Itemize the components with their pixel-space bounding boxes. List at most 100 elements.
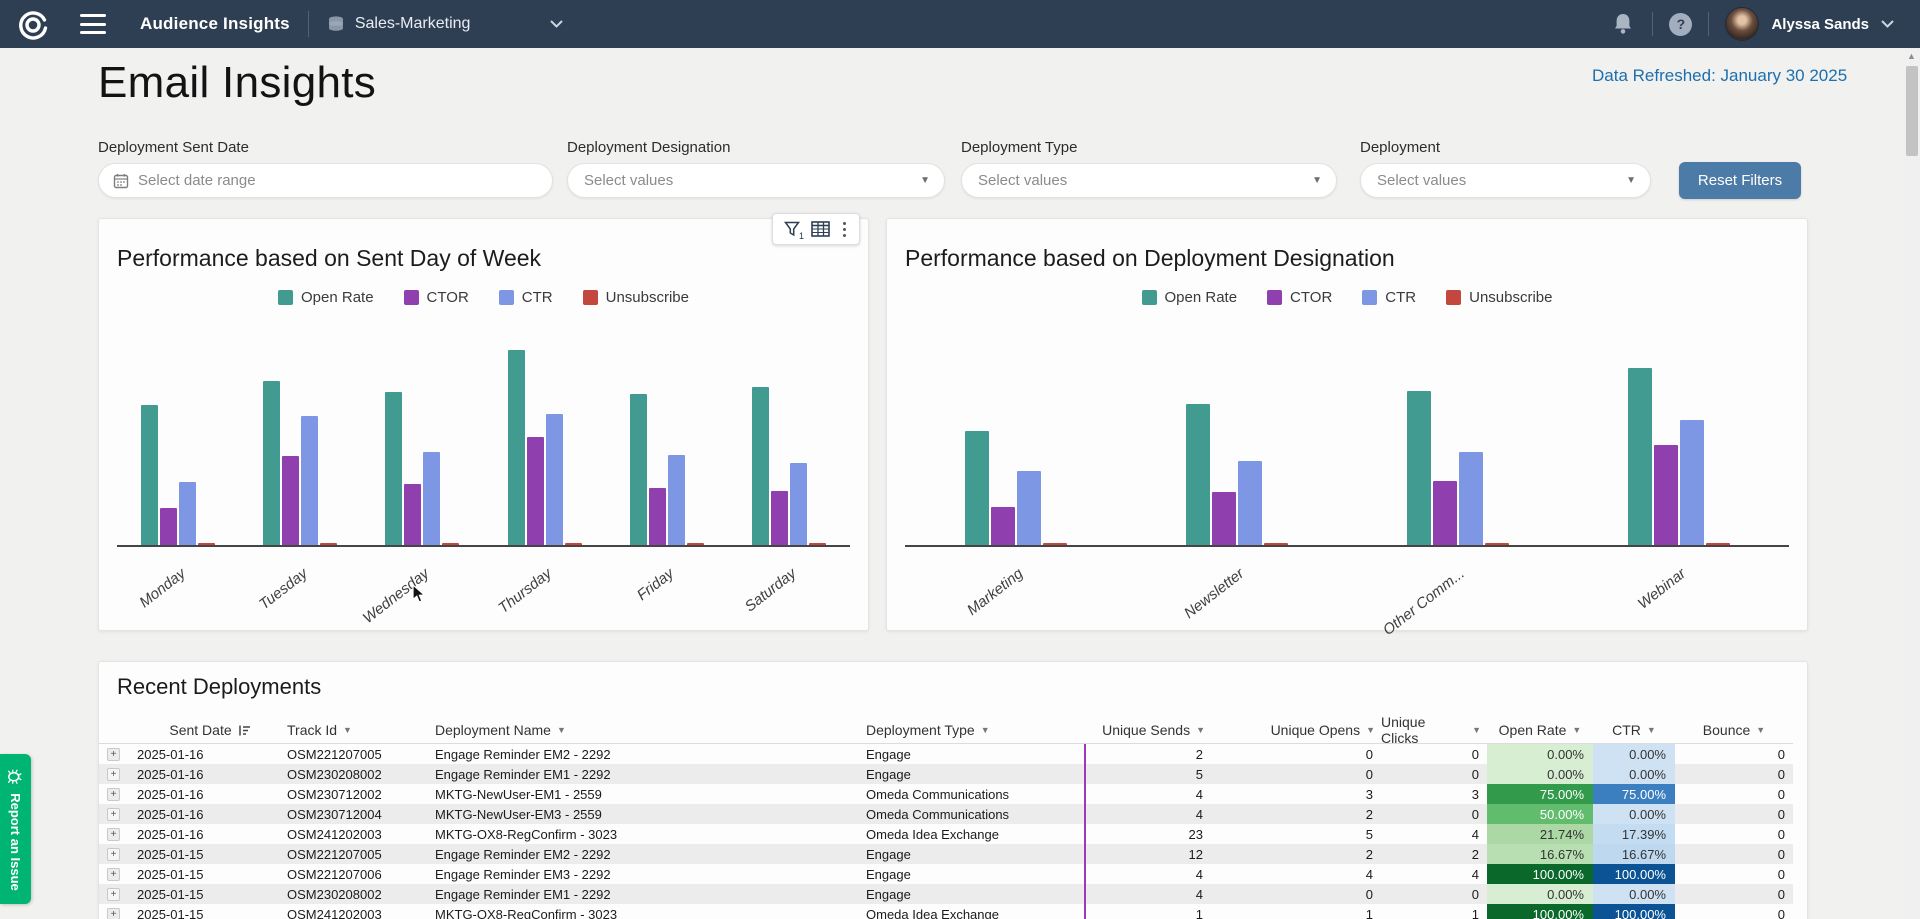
expand-row-button[interactable]: + [107, 908, 120, 919]
legend-item-open-rate[interactable]: Open Rate [278, 289, 374, 306]
designation-select[interactable]: Select values ▼ [567, 163, 945, 198]
legend-swatch [583, 290, 598, 305]
legend-label: CTR [522, 289, 553, 306]
menu-hamburger-icon[interactable] [80, 14, 106, 34]
legend-item-ctr[interactable]: CTR [499, 289, 553, 306]
chart-card-sent-day: 1 Performance based on Sent Day of Week … [98, 218, 869, 631]
table-row: +2025-01-16OSM241202003MKTG-OX8-RegConfi… [99, 824, 1793, 844]
column-header-label: Deployment Type [866, 722, 975, 738]
data-table-icon[interactable] [809, 218, 831, 240]
legend-label: CTOR [427, 289, 469, 306]
filter-funnel-icon[interactable]: 1 [781, 218, 803, 240]
column-header-open_rate[interactable]: Open Rate▼ [1487, 717, 1593, 743]
bar-open-rate [141, 405, 158, 545]
column-header-sent_date[interactable]: Sent Date [135, 717, 285, 743]
bar-open-rate [1186, 404, 1210, 545]
cell-name: MKTG-NewUser-EM1 - 2559 [433, 784, 864, 804]
legend-item-ctor[interactable]: CTOR [404, 289, 469, 306]
table-title: Recent Deployments [117, 674, 321, 700]
cell-sends: 1 [1084, 904, 1211, 919]
notifications-bell-icon[interactable] [1610, 11, 1636, 37]
bar-open-rate [630, 394, 647, 545]
x-axis-label: Wednesday [360, 565, 433, 627]
database-selector[interactable]: Sales-Marketing [327, 15, 564, 33]
cell-name: Engage Reminder EM1 - 2292 [433, 884, 864, 904]
user-menu[interactable]: Alyssa Sands [1725, 7, 1894, 41]
bar-group-thursday [508, 350, 582, 546]
column-header-label: Open Rate [1499, 722, 1567, 738]
open_rate-value: 100.00% [1487, 904, 1593, 919]
open_rate-value: 0.00% [1487, 884, 1593, 904]
table-row: +2025-01-16OSM221207005Engage Reminder E… [99, 744, 1793, 764]
expand-row-button[interactable]: + [107, 868, 120, 881]
cell-opens: 0 [1211, 744, 1381, 764]
cell-opens: 3 [1211, 784, 1381, 804]
x-axis-label: Other Comm... [1380, 565, 1468, 639]
expand-row-button[interactable]: + [107, 768, 120, 781]
bar-group-wednesday [385, 392, 459, 545]
cell-bounce: 0 [1675, 764, 1793, 784]
column-header-name[interactable]: Deployment Name▼ [433, 717, 864, 743]
cell-clicks: 0 [1381, 764, 1487, 784]
scrollbar-up-arrow[interactable]: ▲ [1907, 51, 1916, 61]
navbar-divider [1708, 12, 1709, 36]
caret-down-icon: ▼ [557, 725, 566, 735]
cell-plus: + [99, 904, 135, 919]
legend-item-ctor[interactable]: CTOR [1267, 289, 1332, 306]
x-axis-label: Saturday [742, 565, 800, 615]
cell-type: Omeda Idea Exchange [864, 824, 1084, 844]
type-select[interactable]: Select values ▼ [961, 163, 1337, 198]
x-axis-label: Thursday [495, 565, 555, 617]
cell-clicks: 3 [1381, 784, 1487, 804]
cell-bounce: 0 [1675, 864, 1793, 884]
cell-sent_date: 2025-01-16 [135, 744, 285, 764]
legend-item-unsubscribe[interactable]: Unsubscribe [583, 289, 689, 306]
cell-sends: 4 [1084, 884, 1211, 904]
chart-title: Performance based on Sent Day of Week [117, 245, 541, 272]
legend-item-open-rate[interactable]: Open Rate [1142, 289, 1238, 306]
cell-type: Omeda Idea Exchange [864, 904, 1084, 919]
cell-track_id: OSM221207005 [285, 744, 433, 764]
cell-track_id: OSM230208002 [285, 884, 433, 904]
expand-row-button[interactable]: + [107, 828, 120, 841]
bar-unsubscribe [320, 543, 337, 545]
bar-ctr [1459, 452, 1483, 545]
column-header-type[interactable]: Deployment Type▼ [864, 717, 1084, 743]
bar-group-monday [141, 405, 215, 545]
help-icon[interactable]: ? [1669, 13, 1692, 36]
column-header-label: Sent Date [169, 722, 231, 738]
expand-row-button[interactable]: + [107, 888, 120, 901]
legend-item-ctr[interactable]: CTR [1362, 289, 1416, 306]
cell-track_id: OSM241202003 [285, 824, 433, 844]
column-header-opens[interactable]: Unique Opens▼ [1211, 717, 1381, 743]
expand-row-button[interactable]: + [107, 788, 120, 801]
cell-type: Engage [864, 764, 1084, 784]
chart-title: Performance based on Deployment Designat… [905, 245, 1395, 272]
column-header-sends[interactable]: Unique Sends▼ [1084, 717, 1211, 743]
cell-name: Engage Reminder EM2 - 2292 [433, 744, 864, 764]
more-options-kebab-icon[interactable] [837, 222, 851, 237]
scrollbar-thumb[interactable] [1906, 66, 1918, 156]
cell-sent_date: 2025-01-16 [135, 824, 285, 844]
deployment-select[interactable]: Select values ▼ [1360, 163, 1651, 198]
legend-item-unsubscribe[interactable]: Unsubscribe [1446, 289, 1552, 306]
navbar-divider [308, 11, 309, 37]
column-header-clicks[interactable]: Unique Clicks▼ [1381, 717, 1487, 743]
bar-ctr [1238, 461, 1262, 545]
column-header-bounce[interactable]: Bounce▼ [1675, 717, 1793, 743]
expand-row-button[interactable]: + [107, 808, 120, 821]
report-issue-tab[interactable]: Report an Issue [0, 754, 31, 904]
expand-row-button[interactable]: + [107, 848, 120, 861]
column-header-ctr[interactable]: CTR▼ [1593, 717, 1675, 743]
column-header-track_id[interactable]: Track Id▼ [285, 717, 433, 743]
cell-open_rate: 100.00% [1487, 864, 1593, 884]
cell-type: Engage [864, 864, 1084, 884]
expand-row-button[interactable]: + [107, 748, 120, 761]
date-range-input[interactable]: Select date range [98, 163, 553, 198]
cell-sent_date: 2025-01-15 [135, 884, 285, 904]
cell-sends: 4 [1084, 804, 1211, 824]
reset-filters-button[interactable]: Reset Filters [1679, 162, 1801, 199]
vertical-scrollbar[interactable]: ▲ [1904, 48, 1920, 919]
legend-swatch [1446, 290, 1461, 305]
cell-clicks: 0 [1381, 804, 1487, 824]
